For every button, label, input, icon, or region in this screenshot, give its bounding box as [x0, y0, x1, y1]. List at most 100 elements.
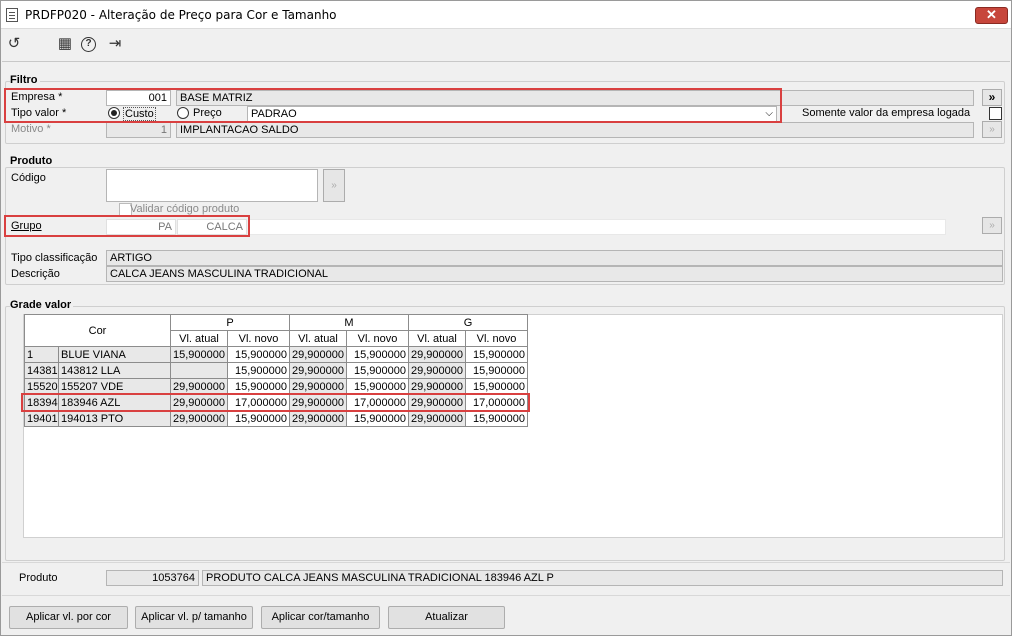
motivo-name-field: IMPLANTACAO SALDO	[176, 122, 974, 138]
vl-novo-cell[interactable]: 15,900000	[465, 378, 528, 395]
vl-novo-cell[interactable]: 17,000000	[346, 394, 409, 411]
vl-atual-cell[interactable]: 29,900000	[408, 378, 466, 395]
calendar-icon[interactable]: ▦	[56, 35, 74, 53]
tipo-valor-label: Tipo valor *	[11, 107, 67, 119]
custo-label[interactable]: Custo	[123, 107, 156, 121]
vl-novo-cell[interactable]: 15,900000	[227, 410, 290, 427]
grade-table: Cor P M G Vl. atual Vl. novo Vl. atual V…	[24, 314, 528, 427]
exit-icon[interactable]: ⇥	[106, 35, 124, 53]
cor-code-cell[interactable]: 1	[24, 346, 59, 363]
codigo-input[interactable]	[106, 169, 318, 202]
vl-atual-header: Vl. atual	[170, 330, 228, 347]
preco-radio[interactable]	[177, 107, 189, 119]
vl-novo-cell[interactable]: 15,900000	[465, 346, 528, 363]
toolbar-separator	[2, 61, 1010, 62]
chevron-down-icon: ⌵	[765, 108, 773, 119]
somente-checkbox[interactable]	[989, 107, 1002, 120]
vl-atual-header: Vl. atual	[289, 330, 347, 347]
vl-novo-header: Vl. novo	[465, 330, 528, 347]
vl-novo-cell[interactable]: 17,000000	[227, 394, 290, 411]
vl-novo-cell[interactable]: 17,000000	[465, 394, 528, 411]
cor-name-cell[interactable]: BLUE VIANA	[58, 346, 171, 363]
vl-atual-cell[interactable]	[170, 362, 228, 379]
filtro-label: Filtro	[10, 74, 40, 86]
grupo-label: Grupo	[11, 220, 42, 232]
grupo-name-field: CALCA	[177, 219, 247, 235]
aplicar-tamanho-button[interactable]: Aplicar vl. p/ tamanho	[135, 606, 253, 629]
footer-produto-desc: PRODUTO CALCA JEANS MASCULINA TRADICIONA…	[202, 570, 1003, 586]
custo-radio[interactable]	[108, 107, 120, 119]
main-window: PRDFP020 - Alteração de Preço para Cor e…	[0, 0, 1012, 636]
footer-produto-code: 1053764	[106, 570, 199, 586]
vl-atual-cell[interactable]: 29,900000	[289, 378, 347, 395]
grupo-lookup-button[interactable]: »	[982, 217, 1002, 234]
vl-atual-cell[interactable]: 29,900000	[170, 378, 228, 395]
preco-select-value: PADRAO	[251, 108, 297, 120]
help-icon[interactable]: ?	[81, 37, 96, 52]
cor-code-cell[interactable]: 18394	[24, 394, 59, 411]
vl-atual-cell[interactable]: 15,900000	[170, 346, 228, 363]
cor-name-cell[interactable]: 143812 LLA	[58, 362, 171, 379]
vl-atual-cell[interactable]: 29,900000	[408, 410, 466, 427]
descricao-label: Descrição	[11, 268, 60, 280]
table-row[interactable]: 14381 143812 LLA 15,900000 29,900000 15,9000…	[24, 362, 528, 379]
window-title: PRDFP020 - Alteração de Preço para Cor e…	[25, 8, 337, 22]
document-icon	[6, 8, 18, 22]
produto-label: Produto	[10, 155, 55, 167]
footer-produto-label: Produto	[19, 572, 58, 584]
cor-header: Cor	[24, 314, 171, 347]
vl-novo-cell[interactable]: 15,900000	[346, 362, 409, 379]
vl-atual-cell[interactable]: 29,900000	[408, 362, 466, 379]
vl-atual-cell[interactable]: 29,900000	[289, 346, 347, 363]
close-button[interactable]: ✕	[975, 7, 1008, 24]
empresa-name-field: BASE MATRIZ	[176, 90, 974, 106]
title-bar: PRDFP020 - Alteração de Preço para Cor e…	[1, 1, 1011, 29]
vl-novo-header: Vl. novo	[346, 330, 409, 347]
table-row[interactable]: 15520 155207 VDE 29,900000 15,900000 29,9000…	[24, 378, 528, 395]
empresa-code-input[interactable]: 001	[106, 90, 171, 106]
grupo-code-input[interactable]: PA	[106, 219, 176, 235]
vl-atual-cell[interactable]: 29,900000	[289, 394, 347, 411]
vl-novo-cell[interactable]: 15,900000	[346, 346, 409, 363]
cor-name-cell[interactable]: 183946 AZL	[58, 394, 171, 411]
cor-code-cell[interactable]: 19401	[24, 410, 59, 427]
aplicar-cor-tamanho-button[interactable]: Aplicar cor/tamanho	[261, 606, 380, 629]
vl-atual-cell[interactable]: 29,900000	[289, 362, 347, 379]
atualizar-button[interactable]: Atualizar	[388, 606, 505, 629]
table-row[interactable]: 19401 194013 PTO 29,900000 15,900000 29,9000…	[24, 410, 528, 427]
vl-novo-cell[interactable]: 15,900000	[227, 378, 290, 395]
vl-atual-cell[interactable]: 29,900000	[170, 394, 228, 411]
size-header-p: P	[170, 314, 290, 331]
preco-label[interactable]: Preço	[193, 107, 222, 119]
tipo-class-field: ARTIGO	[106, 250, 1003, 266]
vl-atual-cell[interactable]: 29,900000	[289, 410, 347, 427]
vl-novo-cell[interactable]: 15,900000	[465, 410, 528, 427]
vl-atual-cell[interactable]: 29,900000	[408, 346, 466, 363]
validar-label: Validar código produto	[130, 203, 240, 215]
motivo-lookup-button: »	[982, 121, 1002, 138]
cor-code-cell[interactable]: 15520	[24, 378, 59, 395]
cor-name-cell[interactable]: 155207 VDE	[58, 378, 171, 395]
codigo-lookup-button[interactable]: »	[323, 169, 345, 202]
vl-novo-cell[interactable]: 15,900000	[346, 410, 409, 427]
preco-select[interactable]: PADRAO ⌵	[247, 106, 777, 122]
aplicar-cor-button[interactable]: Aplicar vl. por cor	[9, 606, 128, 629]
tipo-class-label: Tipo classificação	[11, 252, 98, 264]
cor-name-cell[interactable]: 194013 PTO	[58, 410, 171, 427]
table-row[interactable]: 1 BLUE VIANA 15,900000 15,900000 29,900000 15…	[24, 346, 528, 363]
vl-atual-cell[interactable]: 29,900000	[408, 394, 466, 411]
vl-novo-cell[interactable]: 15,900000	[346, 378, 409, 395]
empresa-label: Empresa *	[11, 91, 63, 103]
refresh-icon[interactable]: ↺	[5, 35, 23, 53]
somente-label: Somente valor da empresa logada	[802, 107, 971, 119]
vl-novo-header: Vl. novo	[227, 330, 290, 347]
vl-novo-cell[interactable]: 15,900000	[227, 346, 290, 363]
vl-novo-cell[interactable]: 15,900000	[227, 362, 290, 379]
vl-novo-cell[interactable]: 15,900000	[465, 362, 528, 379]
cor-code-cell[interactable]: 14381	[24, 362, 59, 379]
expand-button[interactable]: »	[982, 89, 1002, 106]
descricao-field: CALCA JEANS MASCULINA TRADICIONAL	[106, 266, 1003, 282]
table-row[interactable]: 18394 183946 AZL 29,900000 17,000000 29,9000…	[24, 394, 528, 411]
vl-atual-cell[interactable]: 29,900000	[170, 410, 228, 427]
grupo-extra-field	[248, 219, 946, 235]
